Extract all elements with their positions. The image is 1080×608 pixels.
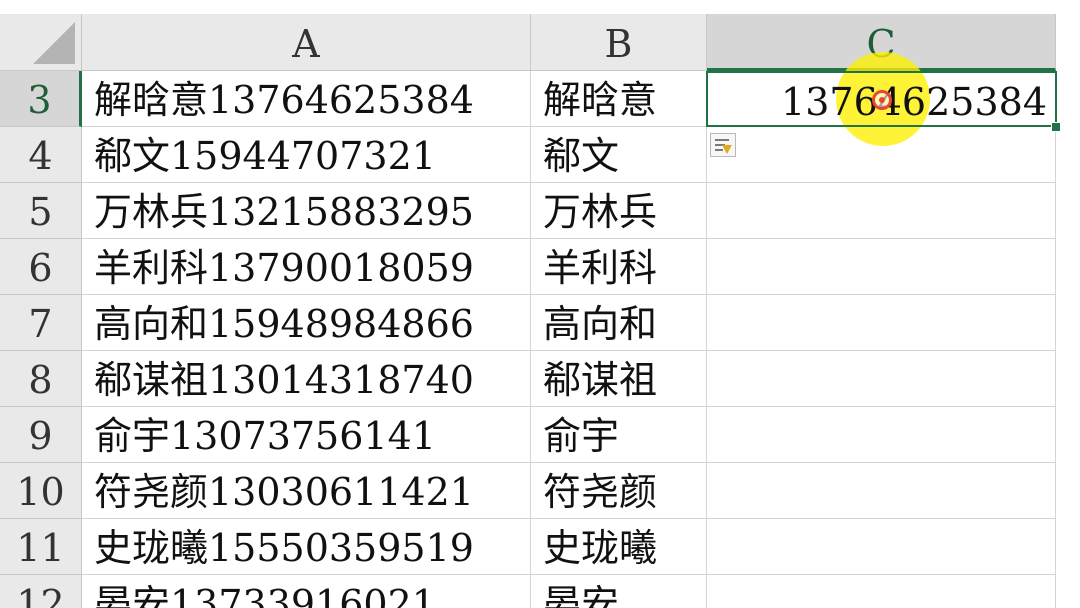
row-header[interactable]: 4 <box>0 127 82 183</box>
row-header[interactable]: 11 <box>0 519 82 575</box>
cell-c[interactable] <box>707 351 1056 407</box>
cell-a[interactable]: 解晗意13764625384 <box>82 71 531 127</box>
cell-c[interactable] <box>707 519 1056 575</box>
column-header-c[interactable]: C <box>707 14 1056 71</box>
cell-a[interactable]: 俞宇13073756141 <box>82 407 531 463</box>
cell-c[interactable] <box>707 463 1056 519</box>
row-header[interactable]: 10 <box>0 463 82 519</box>
column-headers: A B C <box>0 14 1080 71</box>
table-row: 9 俞宇13073756141 俞宇 <box>0 407 1080 463</box>
row-header[interactable]: 5 <box>0 183 82 239</box>
cell-a[interactable]: 晏安13733916021 <box>82 575 531 608</box>
cell-b[interactable]: 高向和 <box>531 295 707 351</box>
cell-a[interactable]: 郗谋祖13014318740 <box>82 351 531 407</box>
table-row: 7 高向和15948984866 高向和 <box>0 295 1080 351</box>
row-header[interactable]: 3 <box>0 71 82 127</box>
cell-c[interactable] <box>707 295 1056 351</box>
row-header[interactable]: 12 <box>0 575 82 608</box>
table-row: 4 郗文15944707321 郗文 <box>0 127 1080 183</box>
cell-b[interactable]: 郗谋祖 <box>531 351 707 407</box>
table-row: 5 万林兵13215883295 万林兵 <box>0 183 1080 239</box>
table-row: 8 郗谋祖13014318740 郗谋祖 <box>0 351 1080 407</box>
cell-a[interactable]: 万林兵13215883295 <box>82 183 531 239</box>
row-header[interactable]: 7 <box>0 295 82 351</box>
table-row: 11 史珑曦15550359519 史珑曦 <box>0 519 1080 575</box>
table-row: 6 羊利科13790018059 羊利科 <box>0 239 1080 295</box>
cell-a[interactable]: 符尧颜13030611421 <box>82 463 531 519</box>
cell-c[interactable] <box>707 239 1056 295</box>
cell-a[interactable]: 郗文15944707321 <box>82 127 531 183</box>
cell-b[interactable]: 符尧颜 <box>531 463 707 519</box>
cell-a[interactable]: 史珑曦15550359519 <box>82 519 531 575</box>
spreadsheet-grid: A B C 3 解晗意13764625384 解晗意 13764625384 4… <box>0 0 1080 608</box>
cursor-click-dot-icon <box>872 90 892 110</box>
row-header[interactable]: 6 <box>0 239 82 295</box>
flash-fill-options-icon[interactable] <box>710 133 736 157</box>
cell-b[interactable]: 羊利科 <box>531 239 707 295</box>
table-row: 3 解晗意13764625384 解晗意 13764625384 <box>0 71 1080 127</box>
cell-b[interactable]: 万林兵 <box>531 183 707 239</box>
row-header[interactable]: 9 <box>0 407 82 463</box>
fill-handle[interactable] <box>1051 122 1061 132</box>
column-header-a[interactable]: A <box>82 14 531 71</box>
table-row: 12 晏安13733916021 晏安 <box>0 575 1080 608</box>
cell-c[interactable] <box>707 127 1056 183</box>
select-all-triangle-icon <box>33 22 75 64</box>
cell-c[interactable] <box>707 183 1056 239</box>
cell-c[interactable] <box>707 407 1056 463</box>
cell-b[interactable]: 俞宇 <box>531 407 707 463</box>
cell-b[interactable]: 郗文 <box>531 127 707 183</box>
row-header[interactable]: 8 <box>0 351 82 407</box>
select-all-corner[interactable] <box>0 14 82 71</box>
flash-fill-line-1 <box>715 139 729 141</box>
cell-a[interactable]: 羊利科13790018059 <box>82 239 531 295</box>
cell-b[interactable]: 晏安 <box>531 575 707 608</box>
lightning-bolt-icon <box>722 145 732 154</box>
cell-b[interactable]: 解晗意 <box>531 71 707 127</box>
table-row: 10 符尧颜13030611421 符尧颜 <box>0 463 1080 519</box>
column-header-b[interactable]: B <box>531 14 707 71</box>
cell-b[interactable]: 史珑曦 <box>531 519 707 575</box>
cell-c[interactable] <box>707 575 1056 608</box>
cell-a[interactable]: 高向和15948984866 <box>82 295 531 351</box>
